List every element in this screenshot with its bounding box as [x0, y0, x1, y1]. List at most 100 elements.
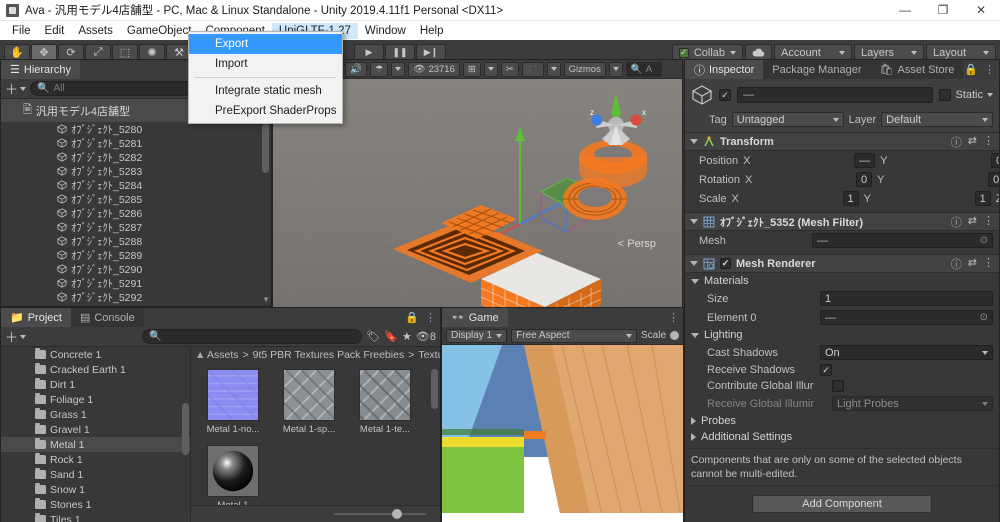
scene-perspective-label[interactable]: < Persp [618, 238, 656, 250]
scene-gizmos-dropdown[interactable] [608, 61, 623, 77]
game-viewport[interactable] [442, 345, 683, 522]
axis-x-field[interactable]: 1 [842, 191, 859, 206]
expand-triangle-icon[interactable] [691, 417, 696, 425]
contribute-gi-checkbox[interactable] [832, 380, 844, 392]
maximize-button[interactable]: ❐ [924, 0, 962, 20]
expand-triangle-icon[interactable] [691, 433, 696, 441]
folder-tree-item[interactable]: Tiles 1 [1, 512, 190, 522]
hierarchy-item[interactable]: ｵﾌﾞｼﾞｪｸﾄ_5289 [1, 248, 271, 262]
tab-project[interactable]: 📁 Project [1, 308, 71, 327]
filter-by-type-icon[interactable]: 🏷 [366, 330, 380, 343]
slider-knob[interactable] [392, 509, 402, 519]
materials-foldout[interactable]: Materials [685, 273, 999, 289]
transform-component-header[interactable]: Transform ⓘ ⇄ ⋮ [685, 132, 999, 151]
project-folder-tree[interactable]: Concrete 1 Cracked Earth 1 Dirt 1 Foliage 1… [1, 347, 191, 522]
help-icon[interactable]: ⓘ [951, 134, 962, 150]
help-icon[interactable]: ⓘ [951, 214, 962, 230]
tab-console[interactable]: ▤ Console [70, 308, 144, 327]
folder-tree-item[interactable]: Stones 1 [1, 497, 190, 512]
menu-item-preexport-shaderprops[interactable]: PreExport ShaderProps [189, 101, 342, 121]
object-name-field[interactable]: — [737, 87, 934, 103]
hierarchy-item[interactable]: ｵﾌﾞｼﾞｪｸﾄ_5281 [1, 136, 271, 150]
close-button[interactable]: ✕ [962, 0, 1000, 20]
menu-assets[interactable]: Assets [71, 23, 120, 39]
probes-foldout[interactable]: Probes [685, 413, 999, 429]
menu-item-integrate-static-mesh[interactable]: Integrate static mesh [189, 81, 342, 101]
folder-tree-item[interactable]: Foliage 1 [1, 392, 190, 407]
scene-camera-dropdown[interactable] [546, 61, 561, 77]
project-tree-scrollbar[interactable] [182, 403, 189, 455]
hierarchy-item[interactable]: ｵﾌﾞｼﾞｪｸﾄ_5280 [1, 122, 271, 136]
object-enabled-checkbox[interactable]: ✓ [719, 89, 731, 101]
tag-dropdown[interactable]: Untagged [731, 112, 844, 127]
asset-size-slider[interactable] [191, 505, 440, 522]
asset-item[interactable]: Metal 1-te... [351, 353, 421, 437]
folder-tree-item[interactable]: Gravel 1 [1, 422, 190, 437]
scene-grid-snap-icon[interactable]: ⊞ [462, 61, 481, 77]
scene-tools-icon[interactable]: ✂ [500, 61, 519, 77]
menu-item-import[interactable]: Import [189, 54, 342, 74]
menu-window[interactable]: Window [358, 23, 413, 39]
cast-shadows-dropdown[interactable]: On [820, 345, 993, 360]
kebab-menu-icon[interactable]: ⋮ [668, 311, 679, 324]
kebab-menu-icon[interactable]: ⋮ [983, 256, 994, 272]
project-search-input[interactable]: 🔍 [142, 329, 363, 344]
preset-icon[interactable]: ⇄ [968, 134, 977, 150]
axis-x-field[interactable]: 0 [855, 172, 873, 187]
tab-hierarchy[interactable]: ☰ Hierarchy [1, 60, 80, 79]
tab-inspector[interactable]: ⓘ Inspector [685, 60, 764, 79]
axis-y-field[interactable]: 0 [988, 172, 999, 187]
visibility-count[interactable]: 👁8 [416, 330, 436, 343]
kebab-menu-icon[interactable]: ⋮ [425, 311, 436, 324]
folder-tree-item[interactable]: Snow 1 [1, 482, 190, 497]
folder-tree-item[interactable]: Cracked Earth 1 [1, 362, 190, 377]
folder-tree-item[interactable]: Dirt 1 [1, 377, 190, 392]
hierarchy-item[interactable]: ｵﾌﾞｼﾞｪｸﾄ_5288 [1, 234, 271, 248]
hierarchy-tree[interactable]: 🗎 汎用モデル4店舗型 ｵﾌﾞｼﾞｪｸﾄ_5280 ｵﾌﾞｼﾞｪｸﾄ_5281 ｵﾌ… [1, 99, 271, 306]
folder-tree-item[interactable]: Grass 1 [1, 407, 190, 422]
game-display-dropdown[interactable]: Display 1 [446, 328, 508, 343]
element0-object-field[interactable]: — [820, 310, 993, 325]
lock-icon[interactable]: 🔒 [964, 63, 978, 76]
mesh-object-field[interactable]: — [812, 233, 993, 248]
hierarchy-item[interactable]: ｵﾌﾞｼﾞｪｸﾄ_5293 [1, 304, 271, 307]
breadcrumb-collapse-icon[interactable]: ▲ [195, 349, 205, 361]
scene-camera-icon[interactable]: 🎥 [521, 61, 544, 77]
asset-item[interactable]: Metal 1 [203, 445, 263, 511]
breadcrumb-pack[interactable]: 9t5 PBR Textures Pack Freebies [253, 349, 405, 361]
asset-grid-scrollbar[interactable] [431, 369, 438, 409]
scene-effects-icon[interactable]: ☂ [369, 61, 389, 77]
folder-tree-item[interactable]: Rock 1 [1, 452, 190, 467]
scene-effects-dropdown[interactable] [391, 61, 406, 77]
mesh-renderer-component-header[interactable]: ✓ Mesh Renderer ⓘ ⇄ ⋮ [685, 254, 999, 273]
collapse-triangle-icon[interactable] [690, 219, 698, 224]
folder-tree-item[interactable]: Concrete 1 [1, 347, 190, 362]
scene-stats-button[interactable]: 👁 23716 [408, 61, 460, 77]
tab-package-manager[interactable]: Package Manager [763, 60, 871, 79]
static-toggle[interactable]: Static [939, 89, 993, 101]
collapse-triangle-icon[interactable] [691, 278, 699, 284]
hierarchy-item[interactable]: ｵﾌﾞｼﾞｪｸﾄ_5291 [1, 276, 271, 290]
scene-audio-toggle-icon[interactable]: 🔊 [345, 61, 367, 77]
create-asset-button[interactable]: ＋ [5, 327, 27, 346]
collapse-triangle-icon[interactable] [690, 261, 698, 266]
receive-shadows-checkbox[interactable]: ✓ [820, 364, 832, 376]
create-object-button[interactable]: ＋ [5, 79, 27, 98]
menu-help[interactable]: Help [413, 23, 451, 39]
tab-asset-store[interactable]: 🛍 Asset Store [870, 60, 964, 79]
asset-item[interactable]: Metal 1-no... [203, 369, 263, 435]
breadcrumb-textures[interactable]: Textures [418, 349, 440, 361]
axis-y-field[interactable]: 1 [974, 191, 991, 206]
lighting-foldout[interactable]: Lighting [685, 327, 999, 343]
scene-grid-dropdown[interactable] [483, 61, 498, 77]
scene-search-input[interactable]: 🔍 A [625, 61, 662, 77]
game-scale-slider-knob[interactable] [670, 331, 679, 340]
tab-game[interactable]: 👓 Game [442, 308, 508, 327]
menu-file[interactable]: File [5, 23, 38, 39]
mesh-renderer-enabled-checkbox[interactable]: ✓ [720, 258, 731, 269]
lock-icon[interactable]: 🔒 [405, 311, 419, 324]
hierarchy-scroll-down-icon[interactable]: ▼ [262, 295, 270, 304]
filter-by-label-icon[interactable]: 🔖 [384, 330, 398, 343]
hierarchy-scrollbar[interactable] [262, 123, 269, 173]
additional-settings-foldout[interactable]: Additional Settings [685, 429, 999, 445]
